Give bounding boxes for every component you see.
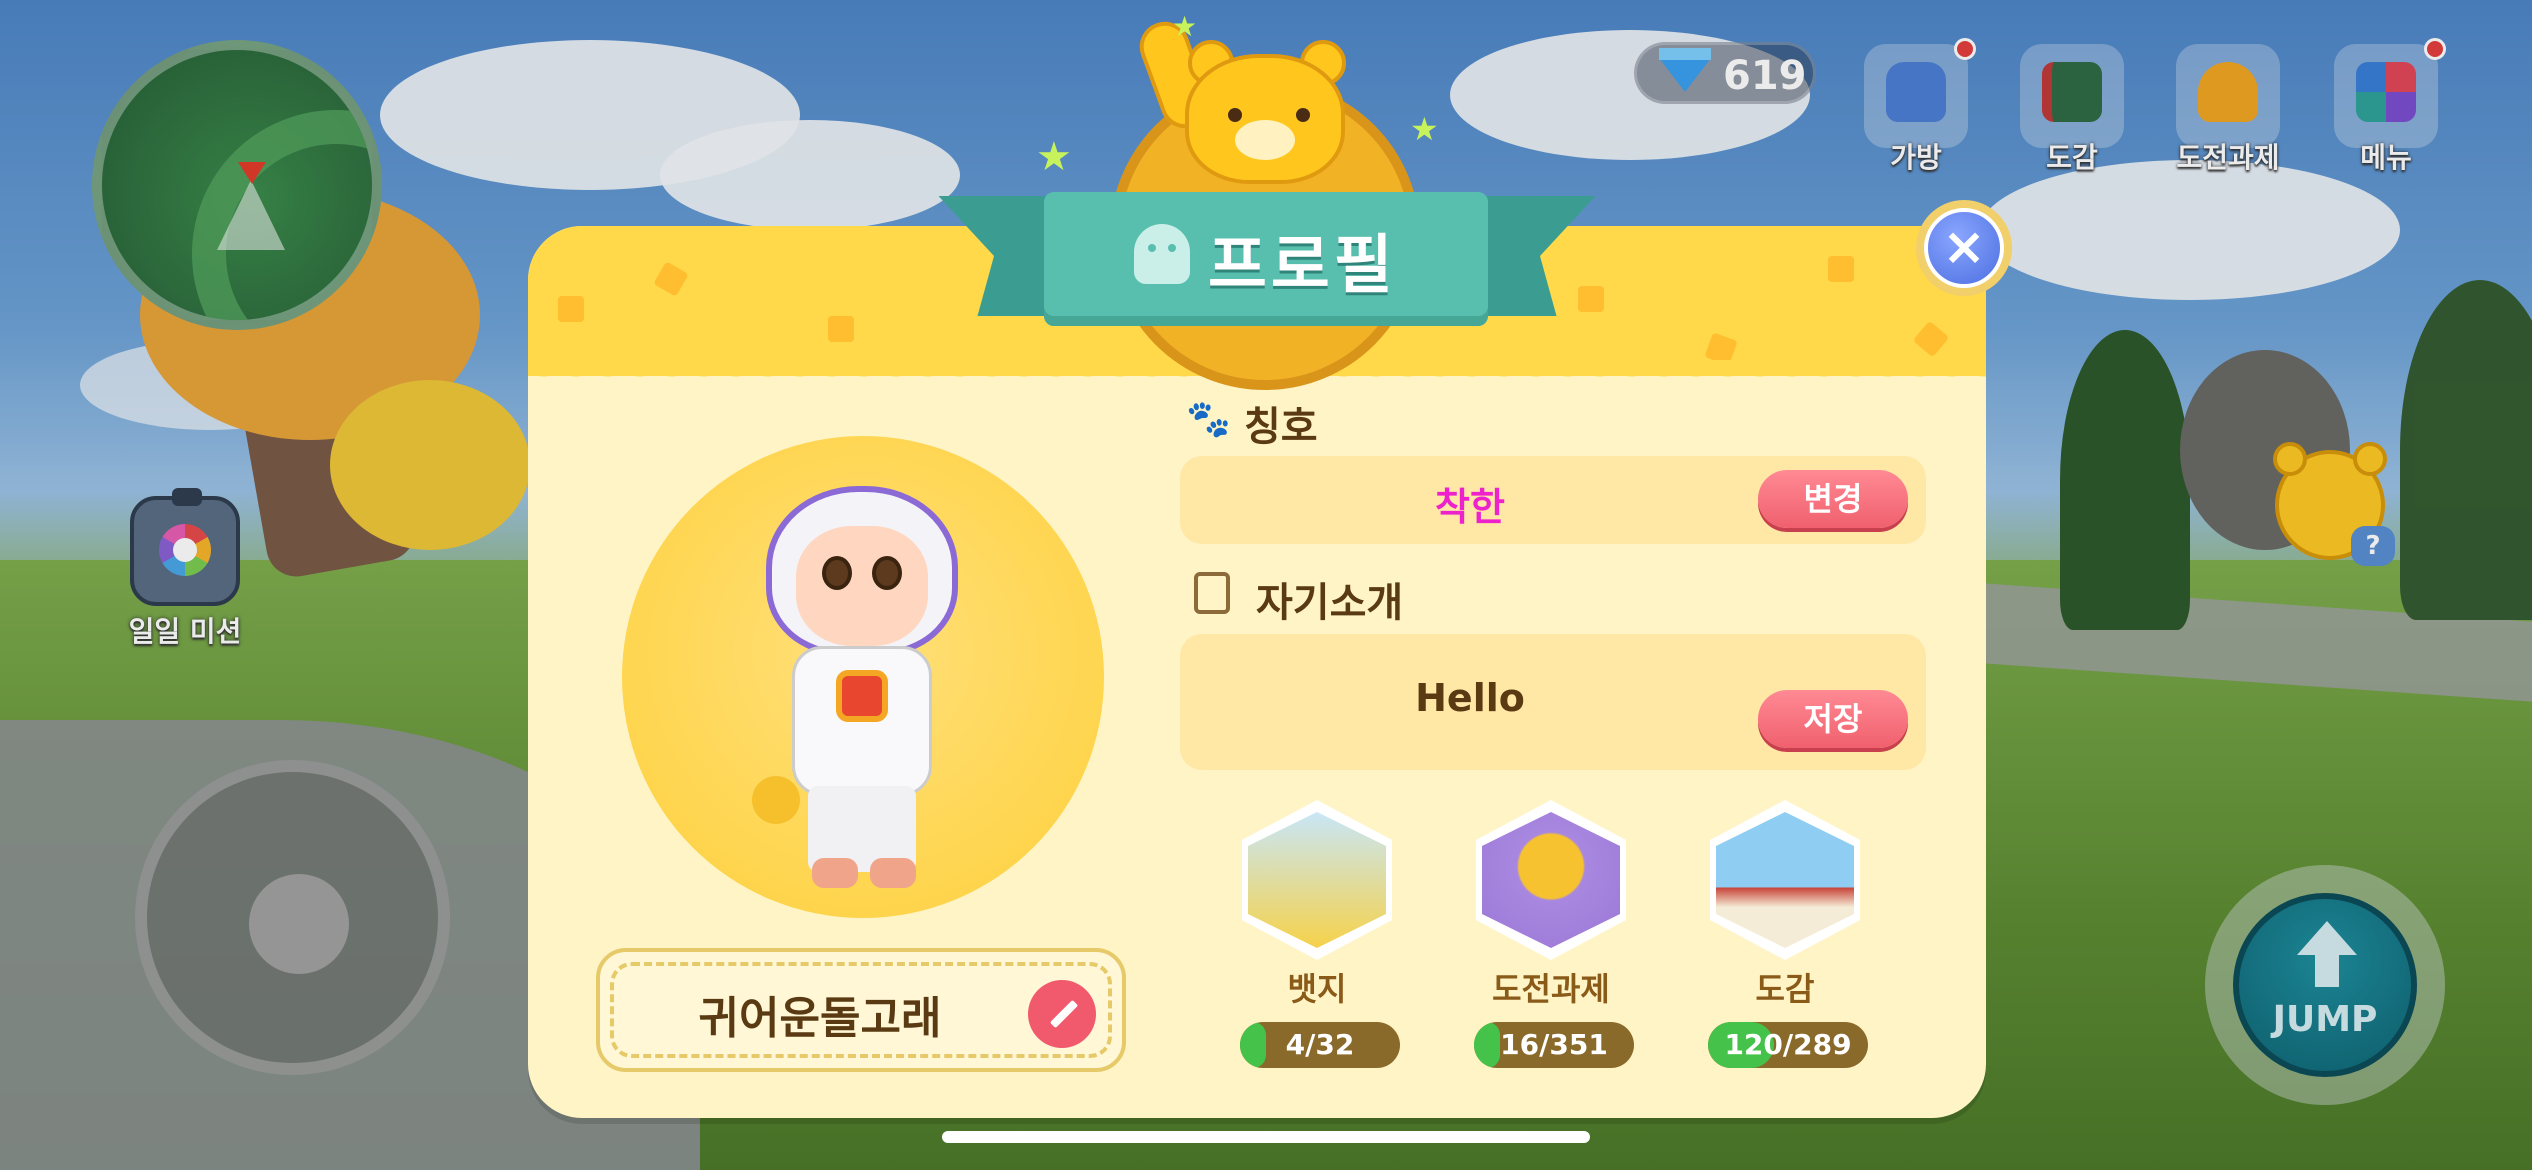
star-icon: ★	[1036, 134, 1072, 180]
progress-text: 4/32	[1285, 1028, 1355, 1061]
title-value: 착한	[1435, 485, 1505, 529]
pencil-icon	[1049, 999, 1079, 1029]
home-indicator	[942, 1131, 1590, 1143]
player-avatar	[752, 486, 972, 906]
progress-bar: 16/351	[1474, 1022, 1634, 1068]
avatar-face	[796, 526, 928, 646]
close-icon: ×	[1924, 208, 2004, 288]
confetti	[1828, 256, 1854, 282]
avatar-emblem	[836, 670, 888, 722]
avatar-eye	[822, 556, 852, 590]
nickname: 귀어운돌고래	[698, 993, 942, 1044]
avatar-eye	[872, 556, 902, 590]
progress-text: 16/351	[1500, 1028, 1608, 1061]
mascot-eye	[1296, 108, 1310, 122]
intro-heading: 자기소개	[1256, 580, 1404, 626]
stat-label: 도감	[1755, 970, 1815, 1008]
paw-icon: 🐾	[1186, 399, 1231, 440]
clipboard-pencil-icon	[1194, 572, 1230, 614]
confetti	[828, 316, 854, 342]
confetti	[1912, 320, 1950, 358]
edit-nickname-button[interactable]	[1028, 980, 1096, 1048]
star-icon: ★	[1410, 110, 1439, 148]
title-heading: 칭호	[1244, 404, 1318, 450]
confetti	[1704, 332, 1738, 366]
star-icon: ★	[1172, 10, 1198, 43]
intro-value: Hello	[1415, 676, 1525, 720]
confetti	[1578, 286, 1604, 312]
stat-label: 도전과제	[1492, 970, 1610, 1008]
mascot-eye	[1228, 108, 1242, 122]
title-ribbon: 프로필	[1044, 192, 1488, 326]
title-field: 착한 변경	[1180, 456, 1926, 544]
stat-label: 뱃지	[1287, 970, 1347, 1008]
avatar-held-item	[752, 776, 800, 824]
progress-text: 120/289	[1724, 1028, 1852, 1061]
nickname-box: 귀어운돌고래	[596, 948, 1126, 1072]
confetti	[558, 296, 584, 322]
panel-title: 프로필	[1208, 229, 1397, 303]
change-title-button[interactable]: 변경	[1758, 470, 1908, 528]
save-intro-button[interactable]: 저장	[1758, 690, 1908, 748]
progress-bar: 120/289	[1708, 1022, 1868, 1068]
avatar-shoe	[812, 858, 858, 888]
profile-icon	[1134, 224, 1190, 284]
progress-bar: 4/32	[1240, 1022, 1400, 1068]
mascot-head	[1185, 54, 1345, 184]
avatar-shoe	[870, 858, 916, 888]
intro-field[interactable]: Hello 저장	[1180, 634, 1926, 770]
mascot-snout	[1235, 120, 1295, 160]
confetti	[653, 261, 689, 297]
close-button[interactable]: ×	[1916, 200, 2012, 296]
